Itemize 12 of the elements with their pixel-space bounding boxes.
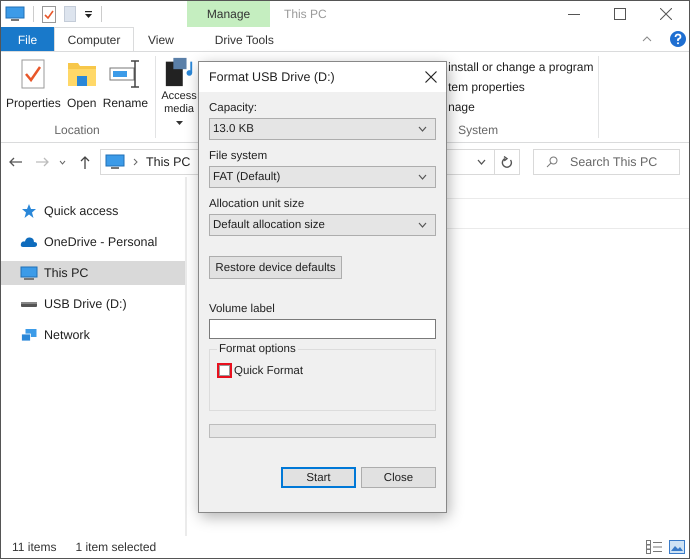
field-label: Volume label <box>209 303 276 315</box>
context-tab-header: Manage <box>187 1 270 27</box>
status-text: 11 items <box>12 540 56 554</box>
field-label: Allocation unit size <box>209 198 306 210</box>
field-label: Capacity: <box>209 102 258 114</box>
dialog-title: Format USB Drive (D:) <box>209 70 335 84</box>
group-label: Location <box>53 123 101 139</box>
group-label: Format options <box>217 343 298 356</box>
group-label: System <box>457 123 500 139</box>
field-label: File system <box>209 150 268 162</box>
status-text: 1 item selected <box>75 540 156 554</box>
window-title: This PC <box>284 7 327 21</box>
